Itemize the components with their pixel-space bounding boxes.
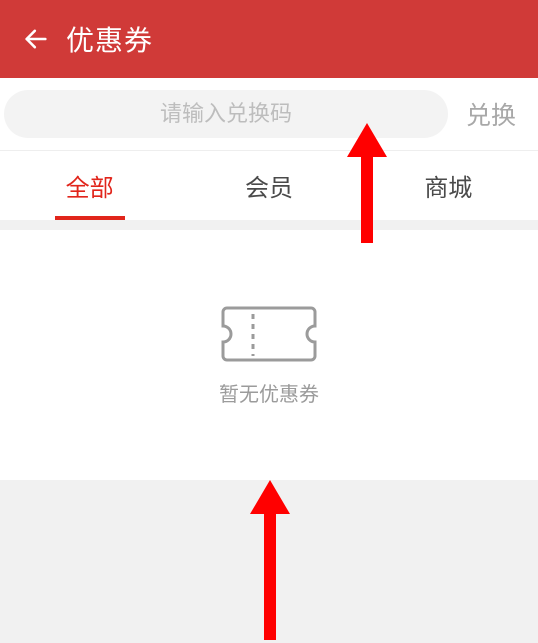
tabs: 全部 会员 商城 xyxy=(0,150,538,220)
annotation-arrow-icon xyxy=(246,480,294,640)
tab-label: 商城 xyxy=(424,168,472,203)
redeem-code-input[interactable] xyxy=(4,90,448,138)
redeem-button[interactable]: 兑换 xyxy=(448,96,524,132)
tab-label: 会员 xyxy=(245,168,293,203)
tab-all[interactable]: 全部 xyxy=(0,151,179,220)
page-title: 优惠券 xyxy=(66,19,153,59)
tab-member[interactable]: 会员 xyxy=(179,151,358,220)
back-button[interactable] xyxy=(16,19,56,59)
back-arrow-icon xyxy=(22,25,50,53)
tab-mall[interactable]: 商城 xyxy=(359,151,538,220)
coupon-empty-icon xyxy=(221,304,317,366)
content-area: 暂无优惠券 xyxy=(0,230,538,480)
tab-label: 全部 xyxy=(66,168,114,203)
exchange-bar: 兑换 xyxy=(0,78,538,150)
empty-message: 暂无优惠券 xyxy=(219,378,319,407)
app-header: 优惠券 xyxy=(0,0,538,78)
